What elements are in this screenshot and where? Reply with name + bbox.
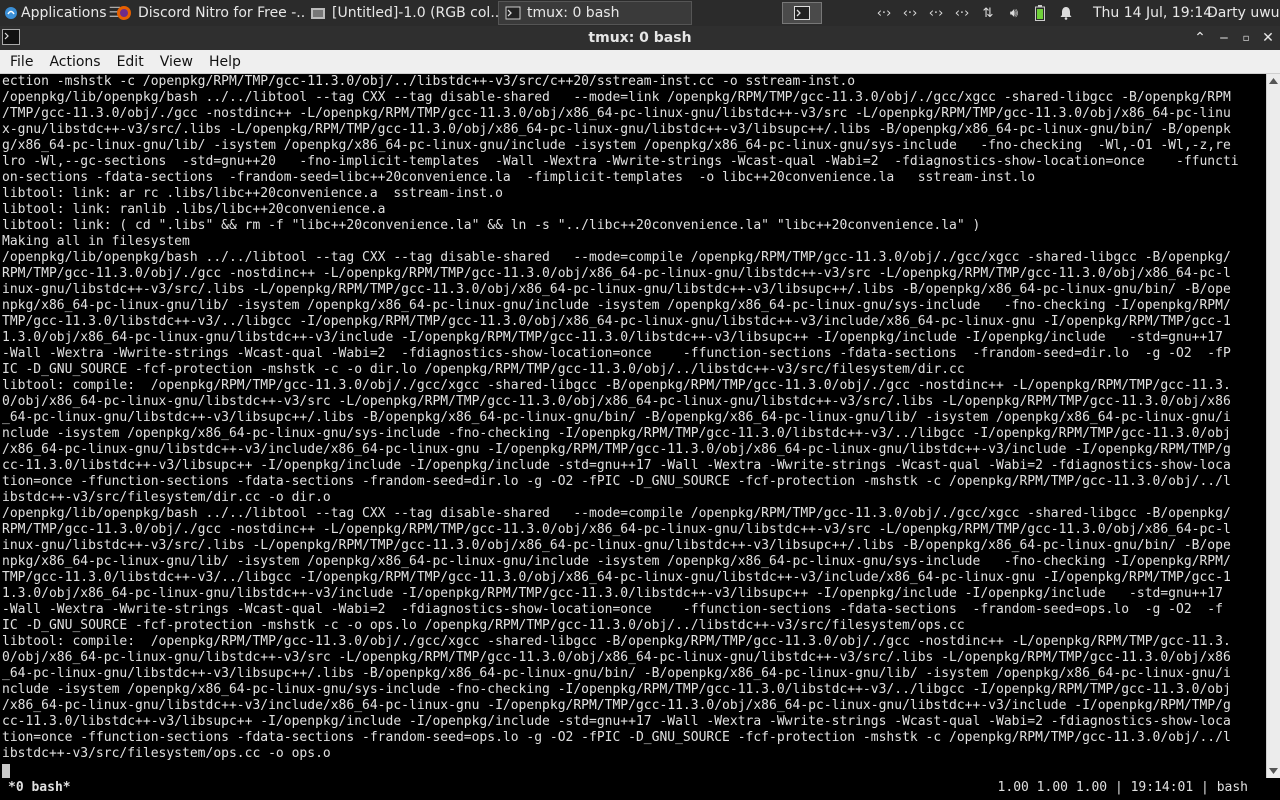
battery-icon[interactable] [1032, 5, 1048, 21]
terminal-line: cc-11.3.0/libstdc++-v3/libsupc++ -I/open… [2, 714, 1231, 729]
terminal-line: 1.3.0/obj/x86_64-pc-linux-gnu/libstdc++-… [2, 586, 1223, 601]
terminal-line: TMP/gcc-11.3.0/libstdc++-v3/../libgcc -I… [2, 570, 1231, 585]
terminal-cursor [2, 764, 10, 778]
network-icon[interactable]: ‹·› [902, 5, 918, 21]
applications-menu[interactable]: Applications ☰ [0, 0, 127, 26]
terminal-line: npkg/x86_64-pc-linux-gnu/lib/ -isystem /… [2, 554, 1231, 569]
terminal-line: on-sections -fdata-sections -frandom-see… [2, 170, 1036, 185]
terminal-line: 1.3.0/obj/x86_64-pc-linux-gnu/libstdc++-… [2, 330, 1223, 345]
terminal-line: inux-gnu/libstdc++-v3/src/.libs -L/openp… [2, 282, 1231, 297]
terminal-line: inux-gnu/libstdc++-v3/src/.libs -L/openp… [2, 538, 1231, 553]
restore-icon: ▫ [1242, 32, 1250, 44]
scroll-down-button[interactable] [1267, 764, 1280, 778]
terminal-line: 0/obj/x86_64-pc-linux-gnu/libstdc++-v3/s… [2, 394, 1231, 409]
menu-bar: File Actions Edit View Help [0, 50, 1280, 74]
scroll-up-button[interactable] [1267, 74, 1280, 88]
network-icon[interactable]: ‹·› [876, 5, 892, 21]
taskbar-item-label: Discord Nitro for Free -... [138, 5, 304, 21]
network-icon[interactable]: ‹·› [954, 5, 970, 21]
menu-actions[interactable]: Actions [41, 51, 108, 73]
close-button[interactable]: ✕ [1258, 28, 1278, 48]
terminal-line: -Wall -Wextra -Wwrite-strings -Wcast-qua… [2, 602, 1223, 617]
terminal-text: ection -mshstk -c /openpkg/RPM/TMP/gcc-1… [0, 74, 1266, 762]
terminal-line: cc-11.3.0/libstdc++-v3/libsupc++ -I/open… [2, 458, 1231, 473]
taskbar-item-discord[interactable]: Discord Nitro for Free -... [110, 1, 304, 25]
terminal-line: lro -Wl,--gc-sections -std=gnu++20 -fno-… [2, 154, 1239, 169]
terminal-line: x-gnu/libstdc++-v3/src/.libs -L/openpkg/… [2, 122, 1231, 137]
terminal-line: nclude -isystem /openpkg/x86_64-pc-linux… [2, 682, 1231, 697]
terminal-line: TMP/gcc-11.3.0/libstdc++-v3/../libgcc -I… [2, 314, 1231, 329]
terminal-line: 0/obj/x86_64-pc-linux-gnu/libstdc++-v3/s… [2, 650, 1231, 665]
tmux-status-right: 1.00 1.00 1.00 | 19:14:01 | bash [997, 780, 1248, 795]
tmux-status-bar: *0 bash* 1.00 1.00 1.00 | 19:14:01 | bas… [0, 778, 1280, 800]
tmux-window-label[interactable]: *0 bash* [8, 780, 71, 795]
terminal-line: RPM/TMP/gcc-11.3.0/obj/./gcc -nostdinc++… [2, 266, 1231, 281]
menu-view[interactable]: View [152, 51, 201, 73]
workspace-switcher[interactable] [782, 2, 822, 24]
terminal-line: /x86_64-pc-linux-gnu/libstdc++-v3/includ… [2, 442, 1231, 457]
taskbar-item-gimp[interactable]: [Untitled]-1.0 (RGB col... [304, 1, 498, 25]
terminal-line: _64-pc-linux-gnu/libstdc++-v3/libsupc++/… [2, 666, 1231, 681]
menu-file[interactable]: File [2, 51, 41, 73]
terminal-icon [505, 6, 521, 20]
terminal-line: libtool: compile: /openpkg/RPM/TMP/gcc-1… [2, 634, 1231, 649]
maximize-button[interactable]: ⌃ [1190, 28, 1210, 48]
terminal-line: ibstdc++-v3/src/filesystem/dir.cc -o dir… [2, 490, 331, 505]
user-menu[interactable]: Darty uwu [1207, 0, 1280, 26]
chevron-up-icon: ⌃ [1194, 30, 1206, 46]
scrollbar[interactable] [1266, 74, 1280, 778]
window-titlebar[interactable]: tmux: 0 bash ⌃ ‒ ▫ ✕ [0, 26, 1280, 50]
terminal-line: libtool: link: ranlib .libs/libc++20conv… [2, 202, 386, 217]
terminal-line: libtool: link: ar rc .libs/libc++20conve… [2, 186, 503, 201]
network-icon[interactable]: ‹·› [928, 5, 944, 21]
terminal-line: nclude -isystem /openpkg/x86_64-pc-linux… [2, 426, 1231, 441]
terminal-line: ection -mshstk -c /openpkg/RPM/TMP/gcc-1… [2, 74, 856, 89]
terminal-line: npkg/x86_64-pc-linux-gnu/lib/ -isystem /… [2, 298, 1231, 313]
terminal-line: /openpkg/lib/openpkg/bash ../../libtool … [2, 250, 1231, 265]
gimp-icon [311, 8, 325, 19]
terminal-line: /openpkg/lib/openpkg/bash ../../libtool … [2, 90, 1231, 105]
terminal-line: -Wall -Wextra -Wwrite-strings -Wcast-qua… [2, 346, 1231, 361]
volume-icon[interactable]: 🔊︎ [1006, 5, 1022, 21]
clock[interactable]: Thu 14 Jul, 19:14 [1093, 0, 1212, 26]
notification-bell-icon[interactable] [1058, 5, 1074, 21]
minimize-icon: ‒ [1219, 30, 1229, 46]
chevron-up-icon [1269, 78, 1278, 84]
terminal-line: RPM/TMP/gcc-11.3.0/obj/./gcc -nostdinc++… [2, 522, 1231, 537]
close-icon: ✕ [1262, 30, 1274, 46]
xfce-logo-icon [5, 7, 17, 19]
taskbar-item-label: [Untitled]-1.0 (RGB col... [332, 5, 498, 21]
terminal-line: tion=once -ffunction-sections -fdata-sec… [2, 730, 1231, 745]
minimize-button[interactable]: ‒ [1214, 28, 1234, 48]
terminal-line: /TMP/gcc-11.3.0/obj/./gcc -nostdinc++ -L… [2, 106, 1231, 121]
terminal-output[interactable]: ection -mshstk -c /openpkg/RPM/TMP/gcc-1… [0, 74, 1266, 778]
taskbar-item-label: tmux: 0 bash [527, 5, 620, 21]
top-panel: Applications ☰ Discord Nitro for Free -.… [0, 0, 1280, 26]
window-title: tmux: 0 bash [588, 30, 692, 46]
terminal-line: _64-pc-linux-gnu/libstdc++-v3/libsupc++/… [2, 410, 1231, 425]
menu-help[interactable]: Help [201, 51, 249, 73]
menu-edit[interactable]: Edit [109, 51, 152, 73]
terminal-icon [794, 6, 810, 20]
terminal-line: libtool: link: ( cd ".libs" && rm -f "li… [2, 218, 981, 233]
terminal-line: tion=once -ffunction-sections -fdata-sec… [2, 474, 1231, 489]
restore-button[interactable]: ▫ [1236, 28, 1256, 48]
terminal-line: ibstdc++-v3/src/filesystem/ops.cc -o ops… [2, 746, 331, 761]
terminal-line: g/x86_64-pc-linux-gnu/lib/ -isystem /ope… [2, 138, 1231, 153]
taskbar-item-tmux[interactable]: tmux: 0 bash [498, 1, 692, 25]
terminal-line: libtool: compile: /openpkg/RPM/TMP/gcc-1… [2, 378, 1231, 393]
terminal-line: IC -D_GNU_SOURCE -fcf-protection -mshstk… [2, 362, 965, 377]
system-tray: ‹·› ‹·› ‹·› ‹·› ⇅ 🔊︎ [876, 0, 1074, 26]
firefox-icon [117, 6, 131, 20]
terminal-line: Making all in filesystem [2, 234, 190, 249]
network-transfer-icon[interactable]: ⇅ [980, 5, 996, 21]
applications-label: Applications [21, 5, 107, 21]
terminal-line: IC -D_GNU_SOURCE -fcf-protection -mshstk… [2, 618, 965, 633]
chevron-down-icon [1269, 768, 1278, 774]
terminal-line: /x86_64-pc-linux-gnu/libstdc++-v3/includ… [2, 698, 1231, 713]
terminal-line: /openpkg/lib/openpkg/bash ../../libtool … [2, 506, 1231, 521]
